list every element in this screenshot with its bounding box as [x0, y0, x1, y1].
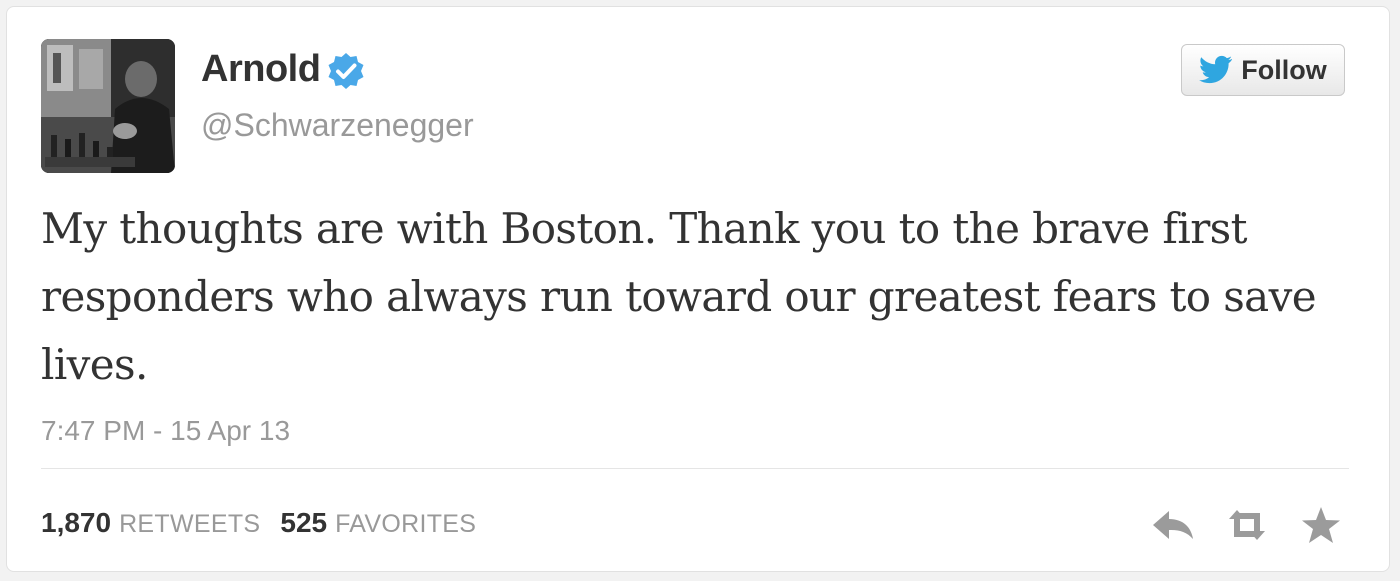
tweet-stats: 1,870 RETWEETS 525 FAVORITES	[41, 507, 476, 539]
user-name-row: Arnold	[201, 47, 366, 91]
tweet-card: Arnold @Schwarzenegger Follow My thought…	[6, 6, 1390, 572]
twitter-bird-icon	[1199, 55, 1233, 84]
tweet-actions	[1149, 505, 1345, 545]
user-handle[interactable]: @Schwarzenegger	[201, 107, 474, 144]
retweets-count[interactable]: 1,870	[41, 507, 111, 539]
tweet-text: My thoughts are with Boston. Thank you t…	[41, 204, 1317, 389]
reply-icon[interactable]	[1149, 505, 1197, 545]
verified-badge-icon	[328, 53, 364, 89]
follow-button-label: Follow	[1241, 54, 1327, 85]
favorites-count[interactable]: 525	[280, 507, 327, 539]
avatar-photo	[41, 39, 175, 173]
user-name[interactable]: Arnold	[201, 48, 321, 91]
avatar[interactable]	[41, 39, 175, 173]
retweets-label[interactable]: RETWEETS	[119, 510, 260, 539]
favorites-label[interactable]: FAVORITES	[335, 510, 476, 539]
star-icon[interactable]	[1297, 505, 1345, 545]
tweet-timestamp[interactable]: 7:47 PM - 15 Apr 13	[41, 415, 290, 447]
follow-button[interactable]: Follow	[1181, 44, 1345, 96]
divider	[41, 468, 1349, 469]
retweet-icon[interactable]	[1223, 505, 1271, 545]
